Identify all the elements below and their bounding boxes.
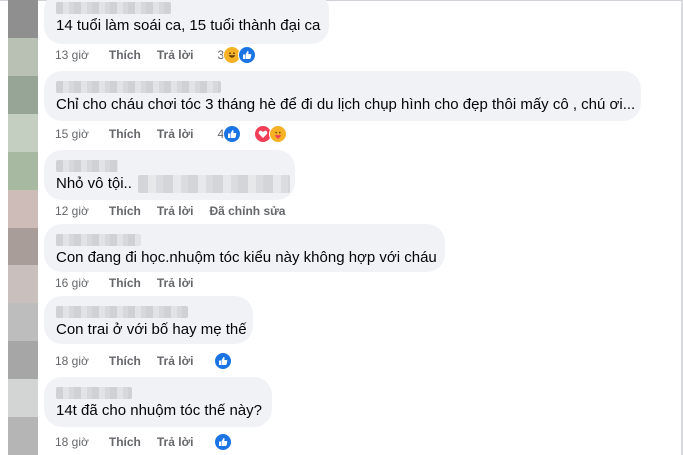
- like-icon: [238, 46, 257, 64]
- comment-text-row: Nhỏ vô tội..: [56, 174, 291, 194]
- comment-bubble: 14 tuổi làm soái ca, 15 tuổi thành đại c…: [44, 0, 329, 44]
- like-icon: [214, 352, 233, 370]
- comment: Con trai ở với bố hay mẹ thế: [44, 296, 253, 344]
- reactions-summary[interactable]: 4: [217, 125, 288, 143]
- like-icon: [214, 433, 233, 451]
- comment-actions: 15 giờ Thích Trả lời 4: [55, 125, 288, 143]
- comment: 14 tuổi làm soái ca, 15 tuổi thành đại c…: [44, 0, 329, 44]
- comment-text: 14t đã cho nhuộm tóc thế này?: [56, 402, 262, 419]
- like-button[interactable]: Thích: [109, 127, 141, 141]
- author-name[interactable]: [56, 0, 317, 16]
- comment-actions: 18 giờ Thích Trả lời: [55, 352, 248, 370]
- comment-time[interactable]: 16 giờ: [55, 276, 89, 290]
- avatar-strip: [8, 0, 38, 455]
- reply-button[interactable]: Trả lời: [157, 435, 194, 449]
- comment-bubble: Con đang đi học.nhuộm tóc kiểu này không…: [44, 224, 445, 272]
- comment-actions: 13 giờ Thích Trả lời 3: [55, 46, 272, 64]
- reply-button[interactable]: Trả lời: [157, 48, 194, 62]
- author-name[interactable]: [56, 385, 260, 401]
- comment-time[interactable]: 12 giờ: [55, 204, 89, 218]
- comment-text: Chỉ cho cháu chơi tóc 3 tháng hè để đi d…: [56, 96, 636, 113]
- comment-time[interactable]: 18 giờ: [55, 354, 89, 368]
- comment-time[interactable]: 13 giờ: [55, 48, 89, 62]
- reply-button[interactable]: Trả lời: [157, 127, 194, 141]
- comment-time[interactable]: 15 giờ: [55, 127, 89, 141]
- reactions-summary[interactable]: 3: [217, 46, 272, 64]
- comment: 14t đã cho nhuộm tóc thế này?: [44, 377, 272, 427]
- comment-actions: 18 giờ Thích Trả lời: [55, 433, 248, 451]
- reply-button[interactable]: Trả lời: [157, 204, 194, 218]
- reactions-summary[interactable]: [214, 352, 248, 370]
- care-icon: [269, 125, 288, 143]
- author-name[interactable]: [56, 232, 433, 248]
- comment-text: Con trai ở với bố hay mẹ thế: [56, 321, 247, 338]
- edited-label[interactable]: Đã chỉnh sửa: [209, 204, 285, 218]
- comment: Con đang đi học.nhuộm tóc kiểu này không…: [44, 224, 445, 272]
- comment: Nhỏ vô tội..: [44, 150, 295, 200]
- comment-text: Nhỏ vô tội..: [56, 175, 132, 192]
- comment-bubble: Chỉ cho cháu chơi tóc 3 tháng hè để đi d…: [44, 71, 641, 121]
- like-button[interactable]: Thích: [109, 354, 141, 368]
- comment-bubble: Con trai ở với bố hay mẹ thế: [44, 296, 253, 344]
- reply-button[interactable]: Trả lời: [157, 354, 194, 368]
- comment-text: 14 tuổi làm soái ca, 15 tuổi thành đại c…: [56, 17, 321, 34]
- like-button[interactable]: Thích: [109, 204, 141, 218]
- like-icon: [223, 125, 242, 143]
- author-name[interactable]: [56, 158, 283, 174]
- like-button[interactable]: Thích: [109, 435, 141, 449]
- like-button[interactable]: Thích: [109, 276, 141, 290]
- comment-actions: 12 giờ Thích Trả lời Đã chỉnh sửa: [55, 203, 301, 219]
- comment-text: Con đang đi học.nhuộm tóc kiểu này không…: [56, 249, 437, 266]
- author-name[interactable]: [56, 304, 241, 320]
- comment-actions: 16 giờ Thích Trả lời: [55, 275, 209, 291]
- comment-bubble: 14t đã cho nhuộm tóc thế này?: [44, 377, 272, 427]
- author-name[interactable]: [56, 79, 629, 95]
- redacted-mention: [138, 175, 291, 194]
- comment-time[interactable]: 18 giờ: [55, 435, 89, 449]
- comment: Chỉ cho cháu chơi tóc 3 tháng hè để đi d…: [44, 71, 641, 121]
- reactions-summary[interactable]: [214, 433, 248, 451]
- reply-button[interactable]: Trả lời: [157, 276, 194, 290]
- like-button[interactable]: Thích: [109, 48, 141, 62]
- comment-bubble: Nhỏ vô tội..: [44, 150, 295, 200]
